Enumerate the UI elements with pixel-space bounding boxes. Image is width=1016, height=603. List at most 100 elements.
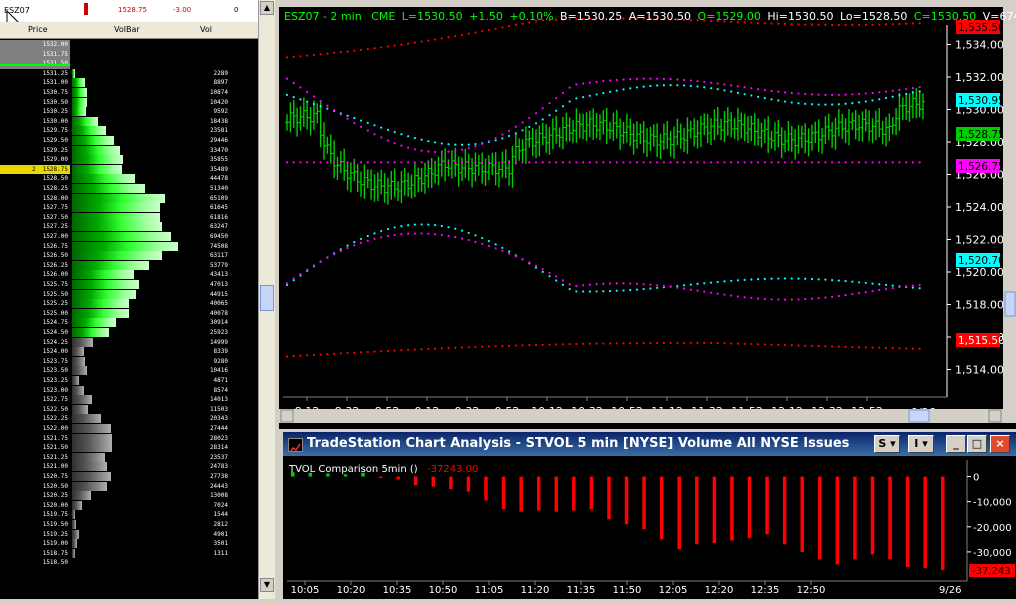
- ladder-price[interactable]: 1528.50: [0, 174, 70, 184]
- ladder-row[interactable]: 1526.50 63117: [0, 251, 258, 261]
- i-menu-button[interactable]: I ▾: [908, 435, 934, 453]
- ladder-row[interactable]: 1526.00 43413: [0, 270, 258, 280]
- column-header-price[interactable]: Price: [28, 25, 48, 34]
- ladder-row[interactable]: 1528.25 51340: [0, 184, 258, 194]
- ladder-row[interactable]: 1522.25 20343: [0, 414, 258, 424]
- ladder-price[interactable]: 1528.00: [0, 194, 70, 204]
- ladder-price[interactable]: 1525.00: [0, 309, 70, 319]
- ladder-price[interactable]: 1520.25: [0, 491, 70, 501]
- ladder-price[interactable]: 1519.75: [0, 510, 70, 520]
- ladder-scrollbar[interactable]: ▲ ▼: [258, 0, 275, 599]
- scroll-down-button[interactable]: ▼: [260, 578, 274, 592]
- ladder-price[interactable]: 1528.25: [0, 184, 70, 194]
- ladder-row[interactable]: 1530.00 18438: [0, 116, 258, 127]
- ladder-row[interactable]: 1526.75 74508: [0, 241, 258, 252]
- ladder-row[interactable]: 1519.00 3501: [0, 539, 258, 549]
- ladder-price[interactable]: 1527.00: [0, 232, 70, 242]
- ladder-row[interactable]: 1528.50 44478: [0, 174, 258, 184]
- ladder-row[interactable]: 1525.25 40065: [0, 299, 258, 309]
- ladder-row[interactable]: 1527.25 63247: [0, 222, 258, 232]
- ladder-price[interactable]: 1527.25: [0, 222, 70, 232]
- ladder-price[interactable]: 1519.50: [0, 520, 70, 530]
- ladder-price[interactable]: 1518.50: [0, 558, 70, 568]
- ladder-price[interactable]: 1526.00: [0, 270, 70, 280]
- ladder-row[interactable]: 1520.75 27738: [0, 472, 258, 482]
- ladder-row[interactable]: 1527.75 61645: [0, 203, 258, 213]
- ladder-price[interactable]: 1521.00: [0, 462, 70, 472]
- column-header-volbar[interactable]: VolBar: [114, 25, 140, 34]
- ladder-row[interactable]: 1525.00 40078: [0, 308, 258, 319]
- ladder-price[interactable]: 1519.00: [0, 539, 70, 549]
- ladder-row[interactable]: 1529.25 33470: [0, 145, 258, 156]
- ladder-price[interactable]: 1529.25: [0, 146, 70, 156]
- ladder-price[interactable]: 1523.50: [0, 366, 70, 376]
- volume-chart[interactable]: TVOL Comparison 5min () -37243.00 0 -10,000…: [283, 432, 1016, 599]
- ladder-row[interactable]: 1523.25 4871: [0, 376, 258, 386]
- ladder-row[interactable]: 1522.75 14013: [0, 395, 258, 405]
- ladder-price[interactable]: 1530.50: [0, 98, 70, 108]
- ladder-row[interactable]: 1524.75 30914: [0, 318, 258, 328]
- ladder-price[interactable]: 1532.00: [0, 40, 70, 50]
- ladder-price[interactable]: 1529.75: [0, 126, 70, 136]
- ladder-price[interactable]: 1521.75: [0, 434, 70, 444]
- ladder-row[interactable]: 1525.50 44915: [0, 289, 258, 300]
- ladder-price[interactable]: 1531.75: [0, 49, 70, 60]
- ladder-price[interactable]: 1519.25: [0, 530, 70, 540]
- ladder-row[interactable]: 1531.25 2289: [0, 68, 258, 79]
- ladder-price[interactable]: 1524.00: [0, 347, 70, 357]
- ladder-price[interactable]: 1527.50: [0, 213, 70, 223]
- ladder-price[interactable]: 1525.50: [0, 290, 70, 300]
- ladder-price[interactable]: 1522.50: [0, 405, 70, 415]
- ladder-price[interactable]: 1524.50: [0, 328, 70, 338]
- ladder-row[interactable]: 1530.25 9592: [0, 107, 258, 117]
- ladder-price[interactable]: 1520.75: [0, 472, 70, 482]
- ladder-price[interactable]: 1527.75: [0, 203, 70, 213]
- ladder-row[interactable]: 1520.50 24443: [0, 481, 258, 492]
- maximize-button[interactable]: □: [967, 435, 987, 453]
- ladder-price[interactable]: 1525.75: [0, 280, 70, 290]
- ladder-row[interactable]: 1519.25 4901: [0, 529, 258, 540]
- ladder-price[interactable]: 1521.50: [0, 443, 70, 453]
- ladder-row[interactable]: 1529.50 29446: [0, 136, 258, 146]
- ladder-row[interactable]: 1529.75 23581: [0, 126, 258, 136]
- ladder-row[interactable]: 1523.50 10416: [0, 366, 258, 376]
- ladder-row[interactable]: 1518.50: [0, 558, 258, 568]
- ladder-price[interactable]: 1522.75: [0, 395, 70, 405]
- price-chart[interactable]: 1,534.001,532.001,530.001,528.001,526.00…: [279, 7, 1016, 429]
- column-header-vol[interactable]: Vol: [200, 25, 212, 34]
- ladder-price[interactable]: 1518.75: [0, 549, 70, 559]
- ladder-price[interactable]: 1530.75: [0, 88, 70, 98]
- ladder-row[interactable]: 1522.50 11503: [0, 404, 258, 415]
- ladder-row[interactable]: 1520.25 13008: [0, 491, 258, 501]
- scroll-thumb[interactable]: [260, 285, 274, 311]
- ladder-price[interactable]: 1523.75: [0, 357, 70, 367]
- ladder-price[interactable]: 1526.25: [0, 261, 70, 271]
- ladder-row[interactable]: 1523.00 8574: [0, 385, 258, 396]
- ladder-price[interactable]: 1531.25: [0, 69, 70, 79]
- ladder-row[interactable]: 1531.75: [0, 49, 258, 60]
- ladder-price[interactable]: 1530.25: [0, 107, 70, 117]
- ladder-row[interactable]: 1521.75 28023: [0, 433, 258, 444]
- ladder-price[interactable]: 1523.25: [0, 376, 70, 386]
- ladder-price[interactable]: 1529.50: [0, 136, 70, 146]
- ladder-price[interactable]: 1526.50: [0, 251, 70, 261]
- minimize-button[interactable]: _: [946, 435, 966, 453]
- ladder-row[interactable]: 1525.75 47013: [0, 280, 258, 290]
- ladder-row[interactable]: 1522.00 27444: [0, 424, 258, 434]
- ladder-row[interactable]: 1524.00 8339: [0, 347, 258, 357]
- ladder-row[interactable]: 1529.00 35855: [0, 155, 258, 165]
- ladder-row[interactable]: 1532.00: [0, 40, 258, 50]
- ladder-row[interactable]: 1527.00 69450: [0, 232, 258, 242]
- s-menu-button[interactable]: S ▾: [874, 435, 900, 453]
- ladder-price[interactable]: 1524.75: [0, 318, 70, 328]
- ladder-row[interactable]: 1519.50 2812: [0, 520, 258, 530]
- ladder-row[interactable]: 1519.75 1544: [0, 510, 258, 520]
- ladder-price[interactable]: 1526.75: [0, 242, 70, 252]
- ladder-price[interactable]: 1523.00: [0, 386, 70, 396]
- ladder-price[interactable]: 1530.00: [0, 117, 70, 127]
- ladder-price[interactable]: 1522.00: [0, 424, 70, 434]
- ladder-price[interactable]: 1520.00: [0, 501, 70, 511]
- ladder-row[interactable]: 1524.50 25923: [0, 328, 258, 338]
- ladder-price[interactable]: 1520.50: [0, 482, 70, 492]
- ladder-row[interactable]: 1521.50 28314: [0, 443, 258, 453]
